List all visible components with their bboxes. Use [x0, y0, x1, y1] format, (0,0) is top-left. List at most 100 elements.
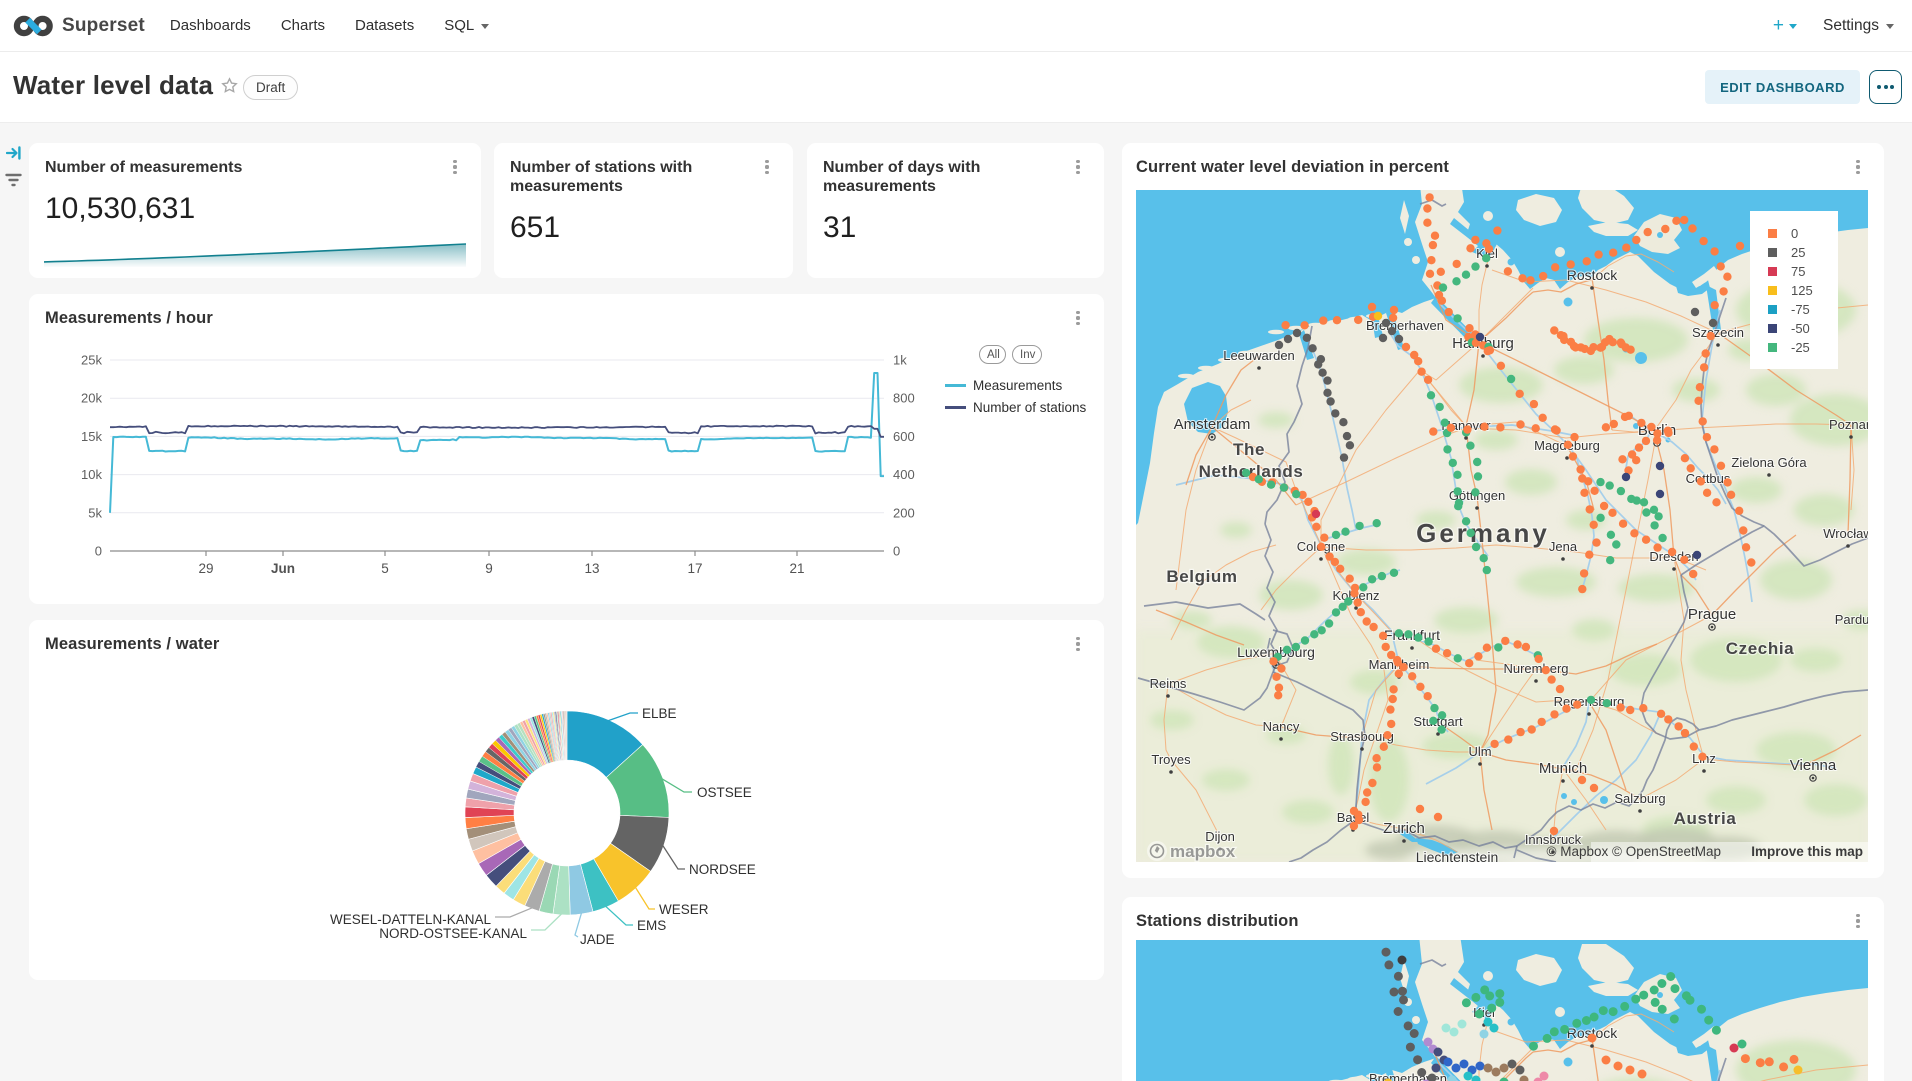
kebab-menu-icon[interactable]: [446, 157, 464, 177]
svg-text:5k: 5k: [88, 505, 102, 520]
svg-text:0: 0: [95, 544, 102, 559]
map-city-label: Amsterdam: [1174, 416, 1251, 433]
settings-menu[interactable]: Settings: [1823, 17, 1894, 35]
filter-icon[interactable]: [5, 173, 22, 187]
map-city-label: Poznań: [1829, 417, 1868, 432]
kpi-title: Number of days with measurements: [823, 158, 1063, 196]
map-city-label: Pardubice: [1835, 612, 1868, 627]
nav-item-sql[interactable]: SQL: [429, 17, 504, 34]
svg-text:-50: -50: [1791, 321, 1810, 336]
donut-label-ostsee: OSTSEE: [697, 785, 752, 800]
map-city-label: Szczecin: [1692, 325, 1744, 340]
map-country-label: Germany: [1416, 518, 1550, 548]
map-country-label: Belgium: [1166, 567, 1237, 586]
measurements-per-water-card: Measurements / water ELBEOSTSEENORDSEEWE…: [29, 620, 1104, 980]
new-item-button[interactable]: +: [1773, 15, 1797, 37]
map-city-label: Wrocław: [1823, 526, 1868, 541]
svg-text:600: 600: [893, 429, 915, 444]
svg-text:20k: 20k: [81, 391, 102, 406]
superset-logo[interactable]: Superset: [13, 15, 145, 37]
kpi-card-stations: Number of stations with measurements 651: [494, 143, 793, 278]
legend-all-button[interactable]: All: [979, 345, 1006, 364]
map-city-label: Munich: [1539, 760, 1587, 777]
map-city-label: Zurich: [1383, 820, 1425, 837]
brand-name: Superset: [62, 15, 145, 37]
donut-chart: ELBEOSTSEENORDSEEWESEREMSJADENORD-OSTSEE…: [29, 620, 1104, 980]
donut-label-wesel-datteln-kanal: WESEL-DATTELN-KANAL: [330, 912, 492, 927]
svg-text:25k: 25k: [81, 353, 102, 368]
measurements-per-hour-card: Measurements / hour 25k20k15k10k5k01k800…: [29, 294, 1104, 604]
svg-text:200: 200: [893, 505, 915, 520]
map-city-label: Nuremberg: [1503, 661, 1568, 676]
svg-text:© Mapbox © OpenStreetMap: © Mapbox © OpenStreetMap: [1547, 844, 1721, 859]
svg-text:125: 125: [1791, 283, 1813, 298]
svg-text:13: 13: [584, 561, 599, 576]
svg-text:5: 5: [381, 561, 389, 576]
donut-label-ems: EMS: [637, 918, 666, 933]
settings-label: Settings: [1823, 17, 1879, 35]
map-city-label: Ulm: [1468, 744, 1491, 759]
chevron-down-icon: [1886, 24, 1894, 29]
water-level-deviation-card: Current water level deviation in percent…: [1122, 143, 1884, 878]
map-country-label: Austria: [1674, 809, 1737, 828]
favorite-star-icon[interactable]: [221, 77, 238, 94]
kebab-menu-icon[interactable]: [1849, 157, 1867, 177]
svg-text:21: 21: [789, 561, 804, 576]
nav-item-label: Charts: [281, 17, 325, 34]
svg-text:15k: 15k: [81, 429, 102, 444]
map-legend: 02575125-75-50-25: [1750, 211, 1838, 369]
map-city-label: Leeuwarden: [1223, 348, 1295, 363]
legend-label: Number of stations: [973, 400, 1086, 415]
map-city-label: Liechtenstein: [1416, 849, 1499, 862]
dashboard-header: Water level data Draft EDIT DASHBOARD: [0, 52, 1912, 123]
kebab-menu-icon[interactable]: [1849, 911, 1867, 931]
chart-title: Stations distribution: [1136, 912, 1299, 931]
legend-item-measurements[interactable]: Measurements: [945, 378, 1062, 393]
mapbox-logo[interactable]: mapbox: [1147, 841, 1236, 861]
nav-item-label: Datasets: [355, 17, 414, 34]
svg-text:0: 0: [893, 544, 900, 559]
map-country-label: The: [1233, 440, 1265, 459]
series-line-measurements: [110, 373, 884, 513]
legend-line-swatch: [945, 384, 966, 387]
nav-menu: Dashboards Charts Datasets SQL: [155, 17, 504, 34]
svg-text:17: 17: [687, 561, 702, 576]
donut-label-nord-ostsee-kanal: NORD-OSTSEE-KANAL: [379, 926, 527, 941]
legend-inv-button[interactable]: Inv: [1012, 345, 1042, 364]
navbar: Superset Dashboards Charts Datasets SQL + S…: [0, 0, 1912, 52]
map-city-label: Zielona Góra: [1731, 455, 1807, 470]
nav-item-charts[interactable]: Charts: [266, 17, 340, 34]
kpi-title: Number of measurements: [45, 158, 385, 177]
legend-label: Measurements: [973, 378, 1062, 393]
chart-title: Current water level deviation in percent: [1136, 158, 1449, 177]
draft-badge: Draft: [243, 75, 298, 100]
svg-text:75: 75: [1791, 264, 1805, 279]
nav-item-datasets[interactable]: Datasets: [340, 17, 429, 34]
map-city-label: Bremerhaven: [1366, 318, 1444, 333]
svg-text:Improve this map: Improve this map: [1751, 844, 1863, 859]
deviation-map[interactable]: GermanyTheNetherlandsBelgiumAustriaCzech…: [1136, 190, 1868, 862]
expand-filters-icon[interactable]: [6, 146, 21, 160]
legend-line-swatch: [945, 406, 966, 409]
kebab-menu-icon[interactable]: [1069, 157, 1087, 177]
edit-dashboard-button[interactable]: EDIT DASHBOARD: [1705, 70, 1860, 104]
y-axis-left-labels: 25k 20k 15k 10k 5k 0: [81, 353, 102, 559]
line-chart: 25k20k15k10k5k01k800600400200029Jun59131…: [29, 294, 1104, 604]
map-country-label: Czechia: [1726, 639, 1794, 658]
svg-text:mapbox: mapbox: [1170, 842, 1236, 861]
map-attribution[interactable]: © Mapbox © OpenStreetMap Improve this map: [1547, 842, 1868, 862]
nav-item-dashboards[interactable]: Dashboards: [155, 17, 266, 34]
svg-text:-75: -75: [1791, 302, 1810, 317]
stations-map[interactable]: KielRostockBremerhaven: [1136, 940, 1868, 1081]
series-line-stations: [110, 426, 884, 437]
dashboard-more-button[interactable]: [1869, 70, 1902, 104]
map-city-label: Reims: [1150, 676, 1187, 691]
kebab-menu-icon[interactable]: [758, 157, 776, 177]
map-city-label: Troyes: [1151, 752, 1191, 767]
donut-label-nordsee: NORDSEE: [689, 862, 756, 877]
legend-item-stations[interactable]: Number of stations: [945, 400, 1086, 415]
svg-text:10k: 10k: [81, 467, 102, 482]
svg-text:-25: -25: [1791, 340, 1810, 355]
chevron-down-icon: [1789, 24, 1797, 29]
donut-label-weser: WESER: [659, 902, 709, 917]
